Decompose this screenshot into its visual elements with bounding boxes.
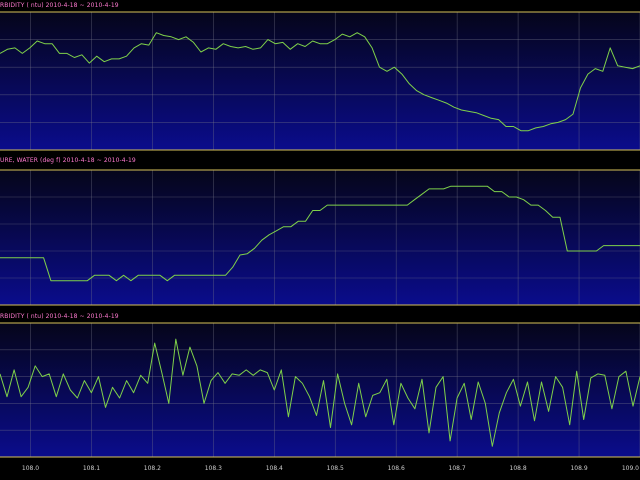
x-tick-label: 108.7 [448, 465, 466, 472]
plot-area [0, 169, 640, 306]
x-tick-label: 108.6 [387, 465, 405, 472]
x-tick-label: 109.0 [621, 465, 639, 472]
plot-area [0, 322, 640, 458]
panel-title: URE, WATER (deg f) 2010-4-18 ~ 2010-4-19 [0, 157, 136, 164]
plot-background [0, 170, 640, 305]
panel-title: RBIDITY ( ntu) 2010-4-18 ~ 2010-4-19 [0, 313, 119, 320]
x-tick-label: 108.3 [204, 465, 222, 472]
x-axis: 108.0 108.1 108.2 108.3 108.4 108.5 108.6 108.7… [0, 459, 640, 480]
x-tick-label: 108.8 [509, 465, 527, 472]
x-tick-label: 108.1 [82, 465, 101, 472]
x-tick-label: 108.9 [570, 465, 588, 472]
plot-background [0, 323, 640, 457]
water-temperature-chart-panel: URE, WATER (deg f) 2010-4-18 ~ 2010-4-19 [0, 155, 640, 308]
x-tick-label: 108.5 [326, 465, 344, 472]
plot-area [0, 11, 640, 151]
turbidity-chart-panel: RBIDITY ( ntu) 2010-4-18 ~ 2010-4-19 [0, 0, 640, 153]
turbidity-chart-panel-2: RBIDITY ( ntu) 2010-4-18 ~ 2010-4-19 [0, 311, 640, 459]
panel-title: RBIDITY ( ntu) 2010-4-18 ~ 2010-4-19 [0, 2, 119, 9]
x-tick-label: 108.4 [265, 465, 283, 472]
x-tick-label: 108.0 [21, 465, 40, 472]
x-tick-label: 108.2 [143, 465, 161, 472]
plot-background [0, 12, 640, 150]
monitoring-chart-window: RBIDITY ( ntu) 2010-4-18 ~ 2010-4-19 URE… [0, 0, 640, 480]
